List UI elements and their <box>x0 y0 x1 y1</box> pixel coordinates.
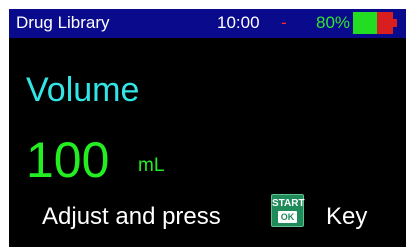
battery-body <box>353 12 393 34</box>
parameter-unit: mL <box>138 155 165 176</box>
battery-fill <box>353 12 377 34</box>
ok-key-label: OK <box>280 212 295 222</box>
status-time: 10:00 <box>217 13 260 32</box>
instruction-text: Adjust and press <box>42 203 221 230</box>
parameter-value[interactable]: 100 <box>26 133 109 187</box>
instruction-suffix: Key <box>326 203 368 230</box>
infusion-pump-screen: Drug Library 10:00 - 80% Volume 100 mL A… <box>9 9 406 247</box>
parameter-label: Volume <box>26 71 140 109</box>
alarm-indicator: - <box>281 13 287 32</box>
battery-percent: 80% <box>316 13 351 32</box>
battery-icon <box>353 12 397 34</box>
status-bar: Drug Library 10:00 - 80% <box>9 9 406 38</box>
ok-key-box: OK <box>278 211 297 223</box>
start-ok-key-icon[interactable]: START OK <box>271 194 305 227</box>
battery-tip <box>393 19 397 27</box>
status-title: Drug Library <box>16 13 110 32</box>
start-key-label: START <box>272 198 305 209</box>
